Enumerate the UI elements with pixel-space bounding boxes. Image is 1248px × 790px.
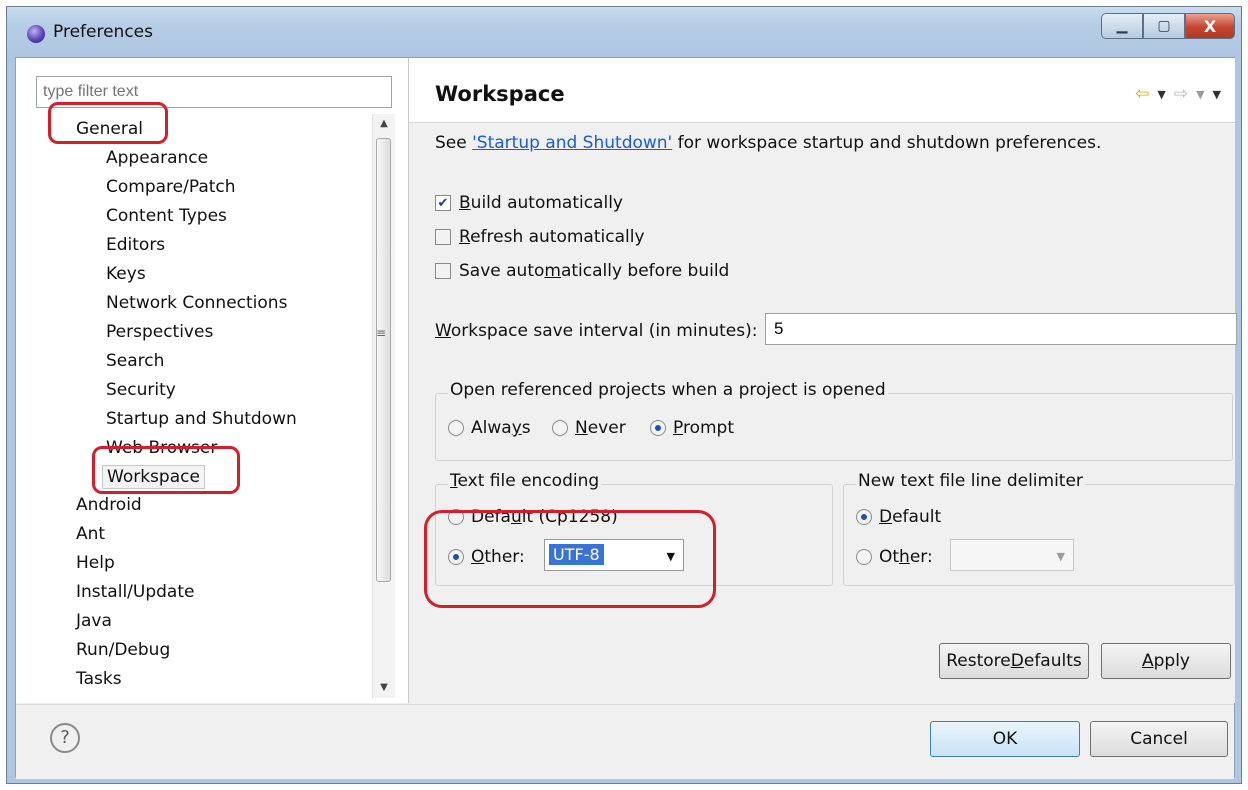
tree-item-security[interactable]: Security (106, 379, 176, 401)
encoding-value[interactable]: UTF-8 (549, 544, 604, 565)
maximize-button[interactable]: ▢ (1143, 13, 1185, 39)
radio-off-icon[interactable] (552, 420, 568, 436)
tree-item-install-update[interactable]: Install/Update (76, 581, 194, 603)
tree-item-general[interactable]: General (76, 118, 143, 140)
forward-history-chevron-down-icon[interactable]: ▼ (1196, 88, 1204, 101)
close-button[interactable]: X (1185, 13, 1235, 39)
preference-page: Workspace ⇦ ▼ ⇨ ▼ ▼ See 'Startup and Shu… (409, 58, 1237, 703)
tree-item-keys[interactable]: Keys (106, 263, 146, 285)
tree-item-startup-shutdown[interactable]: Startup and Shutdown (106, 408, 297, 430)
back-arrow-icon[interactable]: ⇦ (1135, 84, 1149, 104)
tree-item-ant[interactable]: Ant (76, 523, 105, 545)
radio-off-icon[interactable] (448, 420, 464, 436)
preference-tree: General Appearance Compare/Patch Content… (16, 114, 370, 698)
tree-item-android[interactable]: Android (76, 494, 142, 516)
scroll-down-arrow-icon[interactable]: ▼ (373, 678, 395, 698)
save-interval-label: Workspace save interval (in minutes): (435, 321, 758, 341)
tree-item-appearance[interactable]: Appearance (106, 147, 208, 169)
scroll-up-arrow-icon[interactable]: ▲ (373, 114, 395, 134)
intro-text: See 'Startup and Shutdown' for workspace… (435, 133, 1102, 153)
radio-off-icon[interactable] (856, 549, 872, 565)
apply-button[interactable]: Apply (1101, 643, 1231, 679)
tree-item-workspace[interactable]: Workspace (102, 465, 205, 489)
tree-item-java[interactable]: Java (76, 610, 112, 632)
radio-on-icon[interactable] (856, 509, 872, 525)
forward-arrow-icon[interactable]: ⇨ (1174, 84, 1188, 104)
group-title-delimiter: New text file line delimiter (856, 471, 1085, 491)
radio-on-icon[interactable] (448, 549, 464, 565)
tree-item-editors[interactable]: Editors (106, 234, 165, 256)
tree-item-perspectives[interactable]: Perspectives (106, 321, 213, 343)
tree-item-content-types[interactable]: Content Types (106, 205, 227, 227)
scroll-grip-icon: ≡ (376, 326, 387, 340)
ok-button[interactable]: OK (930, 721, 1080, 757)
radio-delimiter-default[interactable]: Default (856, 507, 941, 527)
radio-always[interactable]: Always (448, 418, 531, 438)
radio-prompt[interactable]: Prompt (650, 418, 734, 438)
page-header: Workspace ⇦ ▼ ⇨ ▼ ▼ (409, 58, 1235, 123)
encoding-combo[interactable]: UTF-8 ▼ (544, 539, 684, 571)
chevron-down-icon[interactable]: ▼ (1057, 550, 1065, 563)
window-controls: ▁ ▢ X (1101, 13, 1235, 41)
chevron-down-icon[interactable]: ▼ (667, 550, 675, 563)
page-title: Workspace (435, 82, 565, 106)
text-file-encoding-group: Text file encoding Default (Cp1258) Othe… (435, 471, 833, 586)
help-icon[interactable]: ? (50, 723, 80, 753)
tree-item-search[interactable]: Search (106, 350, 164, 372)
radio-off-icon[interactable] (448, 509, 464, 525)
refresh-automatically-checkbox[interactable]: Refresh automatically (435, 227, 645, 247)
checkbox-checked-icon[interactable]: ✔ (435, 195, 451, 211)
radio-encoding-default[interactable]: Default (Cp1258) (448, 507, 618, 527)
minimize-button[interactable]: ▁ (1101, 13, 1143, 39)
window-title: Preferences (53, 22, 153, 42)
tree-item-compare-patch[interactable]: Compare/Patch (106, 176, 236, 198)
radio-never[interactable]: Never (552, 418, 626, 438)
radio-delimiter-other[interactable]: Other: (856, 547, 933, 567)
preferences-window: Preferences ▁ ▢ X General Appearance Com… (6, 6, 1242, 784)
checkbox-unchecked-icon[interactable] (435, 263, 451, 279)
radio-encoding-other[interactable]: Other: (448, 547, 525, 567)
view-menu-chevron-down-icon[interactable]: ▼ (1213, 88, 1221, 101)
startup-shutdown-link[interactable]: 'Startup and Shutdown' (472, 133, 672, 153)
tree-item-help[interactable]: Help (76, 552, 115, 574)
tree-item-network-connections[interactable]: Network Connections (106, 292, 287, 314)
radio-on-icon[interactable] (650, 420, 666, 436)
scroll-thumb[interactable] (376, 138, 391, 582)
group-title-open-projects: Open referenced projects when a project … (448, 380, 888, 400)
page-body: See 'Startup and Shutdown' for workspace… (409, 123, 1237, 703)
tree-item-run-debug[interactable]: Run/Debug (76, 639, 170, 661)
eclipse-app-icon (27, 25, 45, 43)
save-automatically-checkbox[interactable]: Save automatically before build (435, 261, 729, 281)
page-navigation: ⇦ ▼ ⇨ ▼ ▼ (1135, 84, 1221, 104)
back-history-chevron-down-icon[interactable]: ▼ (1157, 88, 1165, 101)
delimiter-combo[interactable]: ▼ (950, 539, 1074, 571)
restore-defaults-button[interactable]: Restore Defaults (939, 643, 1089, 679)
tree-scrollbar[interactable]: ▲ ≡ ▼ (372, 114, 395, 698)
line-delimiter-group: New text file line delimiter Default Oth… (843, 471, 1235, 586)
dialog-client: General Appearance Compare/Patch Content… (15, 57, 1237, 779)
preference-tree-pane: General Appearance Compare/Patch Content… (16, 58, 409, 703)
save-interval-input[interactable] (765, 313, 1237, 345)
open-referenced-projects-group: Open referenced projects when a project … (435, 380, 1233, 461)
group-title-encoding: Text file encoding (448, 471, 602, 491)
tree-item-tasks[interactable]: Tasks (76, 668, 122, 690)
build-automatically-checkbox[interactable]: ✔ Build automatically (435, 193, 623, 213)
tree-item-web-browser[interactable]: Web Browser (106, 437, 217, 459)
checkbox-unchecked-icon[interactable] (435, 229, 451, 245)
dialog-footer: ? OK Cancel (16, 704, 1234, 779)
title-bar[interactable]: Preferences ▁ ▢ X (7, 7, 1241, 57)
filter-input[interactable] (36, 76, 392, 108)
cancel-button[interactable]: Cancel (1090, 721, 1228, 757)
